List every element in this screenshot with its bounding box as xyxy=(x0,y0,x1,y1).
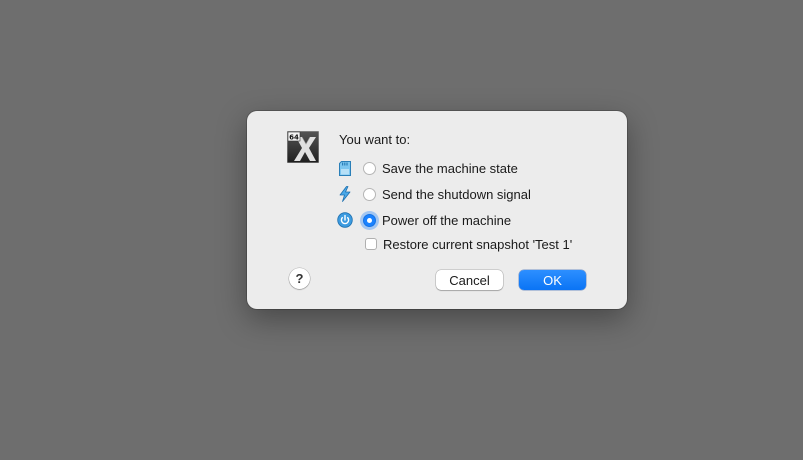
option-label-save-state: Save the machine state xyxy=(382,160,518,176)
ok-button[interactable]: OK xyxy=(519,270,586,290)
power-off-dialog: 64 You want to: Save the machine state S… xyxy=(247,111,627,309)
option-power-off[interactable]: Power off the machine xyxy=(337,210,511,230)
virtualbox-vm-x64-icon: 64 xyxy=(286,130,320,164)
app-icon-badge: 64 xyxy=(289,133,299,141)
sd-card-icon xyxy=(337,159,353,177)
dialog-prompt: You want to: xyxy=(339,132,411,147)
restore-snapshot-checkbox[interactable] xyxy=(365,238,377,250)
restore-snapshot-option[interactable]: Restore current snapshot 'Test 1' xyxy=(365,235,572,253)
option-save-state[interactable]: Save the machine state xyxy=(337,158,518,178)
option-label-send-shutdown: Send the shutdown signal xyxy=(382,186,531,202)
lightning-icon xyxy=(337,185,353,203)
option-send-shutdown[interactable]: Send the shutdown signal xyxy=(337,184,531,204)
help-button[interactable]: ? xyxy=(289,268,310,289)
radio-save-state[interactable] xyxy=(363,161,376,175)
restore-snapshot-label: Restore current snapshot 'Test 1' xyxy=(383,236,573,252)
radio-send-shutdown[interactable] xyxy=(363,187,376,201)
radio-power-off[interactable] xyxy=(363,213,376,227)
option-label-power-off: Power off the machine xyxy=(382,212,512,228)
power-icon xyxy=(337,211,353,229)
cancel-button[interactable]: Cancel xyxy=(436,270,503,290)
